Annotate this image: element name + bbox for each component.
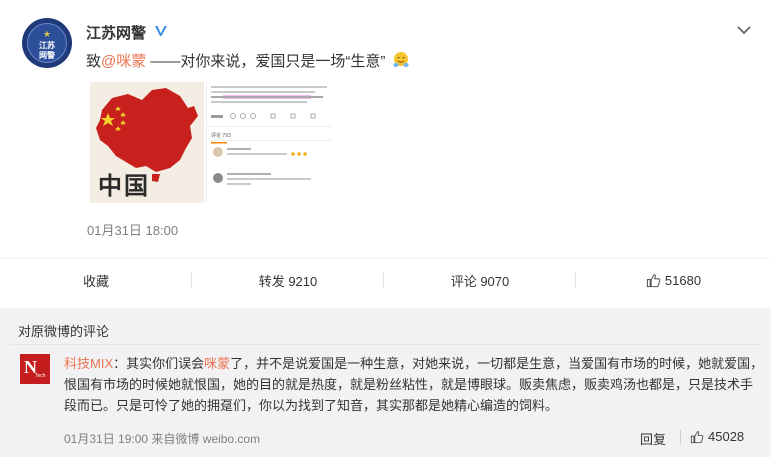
post-image-map[interactable]: 中国 — [90, 82, 204, 203]
comment-section-title: 对原微博的评论 — [18, 324, 110, 339]
map-caption: 中国 — [98, 171, 150, 200]
comment-divider — [10, 344, 761, 345]
comment-like-button[interactable]: 45028 — [690, 429, 744, 444]
chevron-down-icon[interactable] — [737, 25, 751, 35]
user-name[interactable]: 江苏网警 — [86, 22, 146, 43]
avatar-subtext: Tech — [35, 373, 46, 379]
commenter-avatar[interactable]: N Tech — [20, 354, 50, 384]
comment-colon: ： — [113, 356, 127, 371]
comment-section: 对原微博的评论 N Tech 科技MIX：其实你们误会咪蒙了，并不是说爱国是一种… — [0, 308, 771, 457]
like-count: 51680 — [664, 272, 702, 288]
favorite-label: 收藏 — [82, 273, 109, 289]
comment-action-separator — [680, 430, 681, 444]
screenshot-illustration — [207, 82, 332, 203]
post-text-prefix: 致 — [86, 53, 102, 70]
comment-like-count: 45028 — [708, 429, 745, 444]
post-action-bar: 收藏 转发 9210 评论 9070 51680 — [0, 259, 771, 301]
verified-icon — [155, 26, 167, 36]
comment-button[interactable]: 评论 9070 — [384, 259, 576, 301]
thumbs-up-icon — [646, 273, 661, 287]
avatar-badge: ★ 江苏 网警 — [27, 23, 67, 63]
user-avatar[interactable]: ★ 江苏 网警 — [22, 18, 72, 68]
comment-mention-link[interactable]: 咪蒙 — [204, 356, 230, 371]
star-icon: ★ — [42, 29, 52, 39]
thumbs-up-icon — [690, 430, 704, 443]
post-text-body: ——对你来说，爱国只是一场“生意” — [146, 53, 386, 70]
reply-button[interactable]: 回复 — [640, 429, 666, 448]
comment-text: 科技MIX：其实你们误会咪蒙了，并不是说爱国是一种生意，对她来说，一切都是生意，… — [64, 353, 764, 416]
comment-body-part1: 其实你们误会 — [126, 356, 205, 371]
avatar-text-line-1: 江苏 — [39, 41, 55, 50]
mention-link[interactable]: @咪蒙 — [101, 53, 146, 70]
comment-label: 评论 9070 — [450, 273, 510, 289]
comment-meta: 01月31日 19:00 来自微博 weibo.com — [64, 432, 261, 446]
screenshot-tab: 评论 793 — [211, 133, 231, 139]
favorite-button[interactable]: 收藏 — [0, 259, 192, 301]
post-timestamp[interactable]: 01月31日 18:00 — [87, 220, 178, 239]
avatar-text-line-2: 网警 — [39, 51, 55, 60]
forward-button[interactable]: 转发 9210 — [192, 259, 384, 301]
like-button[interactable]: 51680 — [576, 259, 771, 301]
commenter-name[interactable]: 科技MIX — [64, 356, 113, 371]
post-image-screenshot[interactable]: 评论 793 — [206, 82, 332, 203]
forward-label: 转发 9210 — [258, 273, 318, 289]
post-text: 致@咪蒙 ——对你来说，爱国只是一场“生意” — [86, 50, 410, 71]
weibo-card: ★ 江苏 网警 江苏网警 致@咪蒙 ——对你来说，爱国只是一场“生意” 中国 评… — [0, 0, 771, 457]
hug-emoji-icon — [392, 52, 409, 67]
